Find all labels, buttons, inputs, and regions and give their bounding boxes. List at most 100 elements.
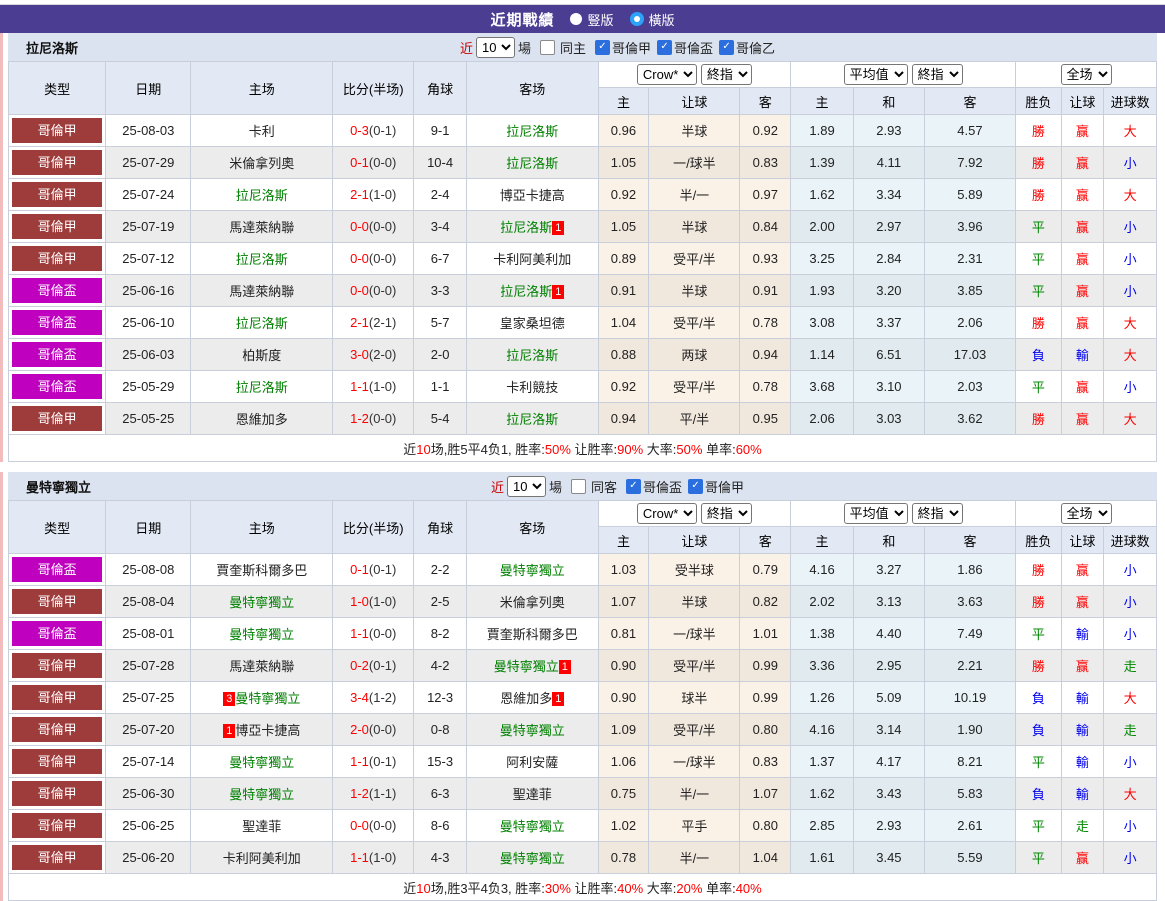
score-cell: 3-4(1-2) — [332, 681, 415, 714]
final-index-select-2[interactable]: 終指 — [911, 503, 963, 524]
league-checkbox[interactable]: ✓ — [595, 39, 610, 55]
corner-cell: 6-3 — [413, 777, 467, 810]
league-type-cell: 哥倫盃 — [7, 370, 107, 403]
odds-home-cell: 0.78 — [597, 841, 650, 874]
league-type-cell: 哥倫甲 — [7, 242, 107, 275]
odds-handicap-cell: 一/球半 — [648, 617, 741, 650]
result-goals-cell: 大 — [1103, 681, 1157, 714]
odds-home-cell: 1.02 — [597, 809, 650, 842]
league-checkbox-label: 哥倫乙 — [736, 40, 776, 56]
red-card-badge: 1 — [558, 660, 571, 674]
date-cell: 25-07-12 — [105, 242, 192, 275]
team-name: 拉尼洛斯 — [26, 40, 79, 56]
date-cell: 25-05-29 — [105, 370, 192, 403]
away-team-cell: 曼特寧獨立 — [465, 553, 599, 586]
scope-select[interactable]: 全场 — [1060, 503, 1112, 524]
col-header-corner: 角球 — [413, 500, 467, 554]
odds-source-select[interactable]: Crow* — [636, 64, 697, 85]
league-badge: 哥倫甲 — [12, 182, 103, 207]
result-handicap-cell: 輸 — [1060, 681, 1105, 714]
avg-home-cell: 1.39 — [790, 146, 854, 179]
odds-source-select[interactable]: Crow* — [636, 503, 697, 524]
red-card-badge: 3 — [223, 692, 236, 706]
odds-away-cell: 0.80 — [739, 809, 792, 842]
away-team-cell: 拉尼洛斯 — [465, 114, 599, 147]
home-team-cell: 曼特寧獨立 — [190, 745, 334, 778]
result-handicap-cell: 赢 — [1060, 242, 1105, 275]
team-name-text: 拉尼洛斯 — [506, 348, 559, 363]
avg-away-cell: 3.85 — [923, 274, 1017, 307]
team-name-text: 恩維加多 — [235, 412, 288, 427]
away-team-cell: 拉尼洛斯 1 — [465, 210, 599, 243]
odds-home-cell: 0.91 — [597, 274, 650, 307]
odds-away-cell: 0.97 — [739, 178, 792, 211]
corner-cell: 5-7 — [413, 306, 467, 339]
league-checkbox[interactable]: ✓ — [626, 478, 641, 494]
odds-home-cell: 0.92 — [597, 370, 650, 403]
odds-away-cell: 0.78 — [739, 370, 792, 403]
average-select[interactable]: 平均值 — [843, 64, 908, 85]
league-checkbox[interactable]: ✓ — [657, 39, 673, 55]
away-team-cell: 曼特寧獨立 1 — [465, 649, 599, 682]
final-index-select-2[interactable]: 終指 — [911, 64, 963, 85]
home-team-cell: 1 博亞卡捷高 — [190, 713, 334, 746]
result-wdl-cell: 勝 — [1015, 649, 1062, 682]
avg-home-cell: 3.36 — [790, 649, 854, 682]
same-venue-checkbox[interactable] — [570, 478, 586, 494]
corner-cell: 6-7 — [413, 242, 467, 275]
league-badge: 哥倫盃 — [12, 621, 103, 646]
result-goals-cell: 走 — [1103, 713, 1157, 746]
red-card-badge: 1 — [552, 221, 565, 235]
league-type-cell: 哥倫甲 — [7, 585, 107, 618]
team-name-text: 拉尼洛斯 — [235, 316, 288, 331]
col-header-avg-away: 客 — [923, 526, 1017, 554]
radio-horizontal-icon[interactable] — [629, 12, 644, 26]
league-type-cell: 哥倫盃 — [7, 617, 107, 650]
col-header-type: 类型 — [7, 61, 107, 115]
odds-handicap-cell: 受平/半 — [648, 242, 741, 275]
result-goals-cell: 小 — [1103, 370, 1157, 403]
league-checkbox[interactable]: ✓ — [688, 478, 704, 494]
col-header-avg-home: 主 — [790, 87, 854, 115]
radio-vertical-icon[interactable] — [570, 13, 583, 25]
team-name-text: 曼特寧獨立 — [229, 755, 295, 770]
result-handicap-cell: 赢 — [1060, 649, 1105, 682]
score-cell: 2-1(1-0) — [332, 178, 415, 211]
league-badge: 哥倫盃 — [12, 374, 103, 399]
layout-radio-vertical[interactable]: 豎版 — [570, 10, 614, 29]
team-name-text: 恩維加多 — [500, 691, 553, 706]
league-checkbox[interactable]: ✓ — [719, 39, 735, 55]
final-index-select[interactable]: 終指 — [700, 503, 752, 524]
date-cell: 25-07-25 — [105, 681, 192, 714]
final-index-select[interactable]: 終指 — [700, 64, 752, 85]
date-cell: 25-07-20 — [105, 713, 192, 746]
odds-handicap-cell: 半球 — [648, 210, 741, 243]
result-goals-cell: 大 — [1103, 178, 1157, 211]
league-type-cell: 哥倫甲 — [7, 146, 107, 179]
recent-count-select[interactable]: 10 — [475, 36, 515, 58]
score-cell: 1-1(1-0) — [332, 370, 415, 403]
result-wdl-cell: 平 — [1015, 370, 1062, 403]
radio-vertical-label: 豎版 — [587, 12, 614, 28]
recent-count-select[interactable]: 10 — [506, 475, 546, 497]
same-venue-checkbox[interactable] — [539, 39, 555, 55]
result-goals-cell: 小 — [1103, 745, 1157, 778]
away-team-cell: 阿利安薩 — [465, 745, 599, 778]
league-badge: 哥倫盃 — [12, 557, 103, 582]
col-header-result-handicap: 让球 — [1060, 526, 1105, 554]
col-header-result-goals: 进球数 — [1103, 87, 1157, 115]
col-header-avg-home: 主 — [790, 526, 854, 554]
avg-home-cell: 2.85 — [790, 809, 854, 842]
result-goals-cell: 小 — [1103, 809, 1157, 842]
page-header: 近期戰績 豎版 橫版 — [0, 4, 1165, 33]
red-card-badge: 1 — [552, 692, 565, 706]
corner-cell: 2-2 — [413, 553, 467, 586]
scope-select[interactable]: 全场 — [1060, 64, 1112, 85]
layout-radio-horizontal[interactable]: 橫版 — [629, 10, 675, 29]
away-team-cell: 拉尼洛斯 — [465, 146, 599, 179]
result-wdl-cell: 負 — [1015, 681, 1062, 714]
avg-draw-cell: 3.27 — [852, 553, 925, 586]
average-select[interactable]: 平均值 — [843, 503, 908, 524]
home-team-cell: 卡利阿美利加 — [190, 841, 334, 874]
col-header-corner: 角球 — [413, 61, 467, 115]
